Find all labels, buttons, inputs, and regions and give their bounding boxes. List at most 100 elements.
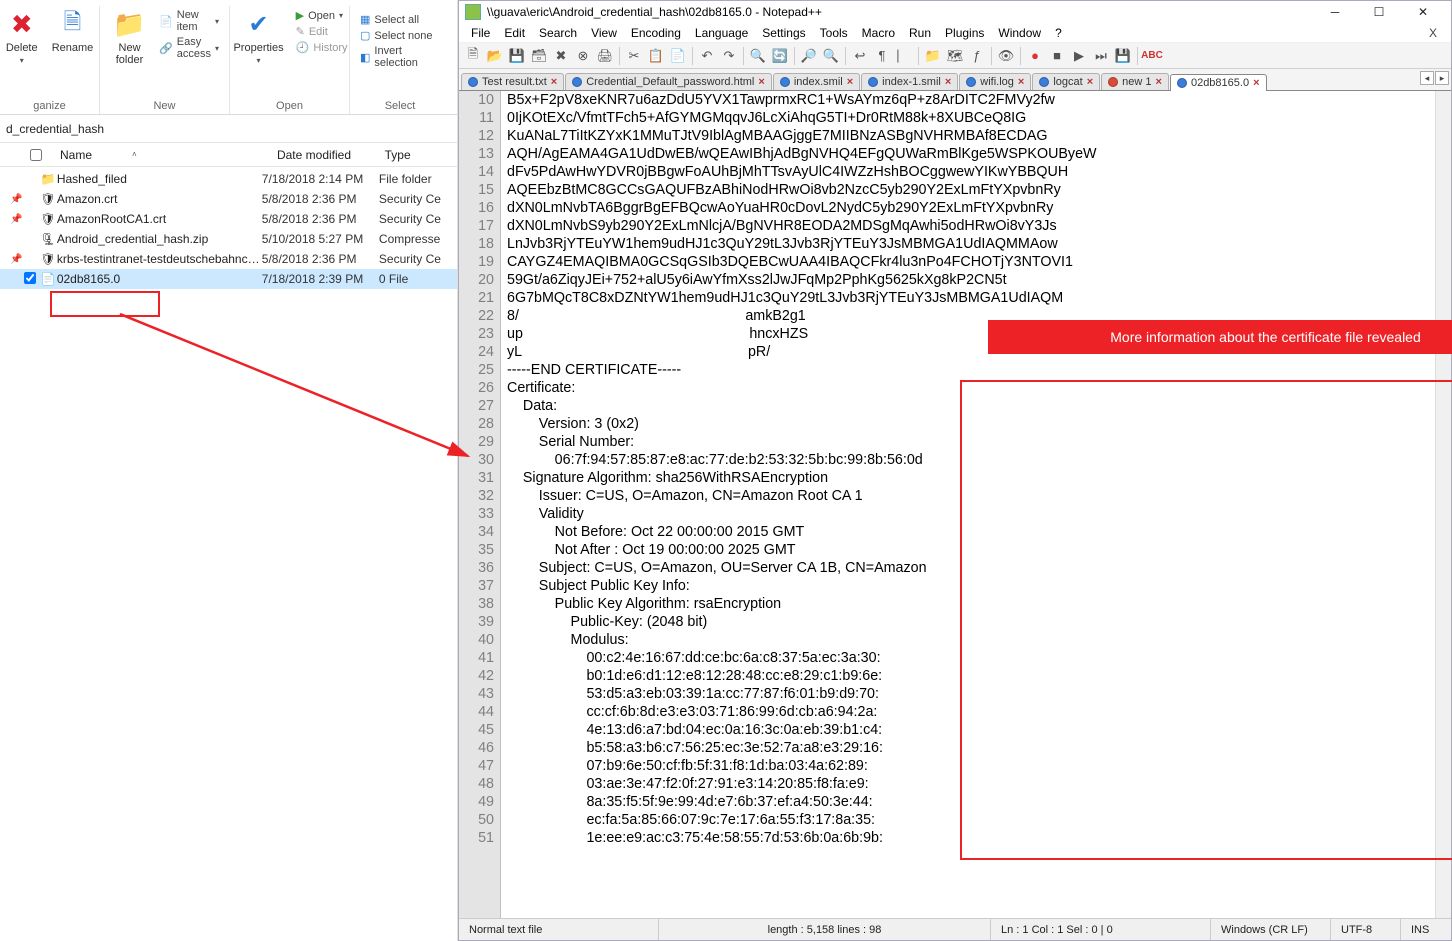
- properties-button[interactable]: ✔ Properties ▾: [229, 6, 287, 67]
- tab-test-result-txt[interactable]: Test result.txt×: [461, 73, 564, 90]
- menu-settings[interactable]: Settings: [756, 26, 811, 40]
- tab-label: wifi.log: [980, 76, 1014, 88]
- tab-close-icon[interactable]: ×: [945, 76, 951, 88]
- undo-icon[interactable]: ↶: [697, 46, 717, 66]
- copy-icon[interactable]: 📋: [646, 46, 666, 66]
- tab-status-icon: [780, 77, 790, 87]
- save-all-icon[interactable]: 🗃: [529, 46, 549, 66]
- close-button[interactable]: ✕: [1401, 1, 1445, 23]
- new-folder-button[interactable]: 📁 New folder: [108, 6, 151, 68]
- col-name[interactable]: Name: [60, 148, 92, 162]
- menu-language[interactable]: Language: [689, 26, 754, 40]
- invert-selection-button[interactable]: ◧Invert selection: [358, 44, 442, 70]
- col-type[interactable]: Type: [379, 148, 457, 162]
- menu-file[interactable]: File: [465, 26, 496, 40]
- menu-view[interactable]: View: [585, 26, 623, 40]
- wordwrap-icon[interactable]: ↩: [850, 46, 870, 66]
- menu-macro[interactable]: Macro: [856, 26, 901, 40]
- save-macro-icon[interactable]: 💾: [1113, 46, 1133, 66]
- tab-close-icon[interactable]: ×: [1018, 76, 1024, 88]
- tab-logcat[interactable]: logcat×: [1032, 73, 1100, 90]
- tab-index-1-smil[interactable]: index-1.smil×: [861, 73, 958, 90]
- tab-index-smil[interactable]: index.smil×: [773, 73, 860, 90]
- titlebar[interactable]: \\guava\eric\Android_credential_hash\02d…: [459, 1, 1451, 23]
- monitor-icon[interactable]: 👁: [996, 46, 1016, 66]
- easy-access-button[interactable]: 🔗Easy access▾: [157, 35, 221, 61]
- editor[interactable]: 1011121314151617181920212223242526272829…: [459, 91, 1451, 918]
- menu-encoding[interactable]: Encoding: [625, 26, 687, 40]
- file-row[interactable]: 📌🛡AmazonRootCA1.crt5/8/2018 2:36 PMSecur…: [0, 209, 457, 229]
- tab-close-icon[interactable]: ×: [847, 76, 853, 88]
- row-checkbox[interactable]: [24, 272, 36, 284]
- tab-status-icon: [868, 77, 878, 87]
- status-eol[interactable]: Windows (CR LF): [1211, 919, 1331, 940]
- menu-tools[interactable]: Tools: [814, 26, 854, 40]
- tab-scroll-right[interactable]: ▸: [1435, 71, 1449, 85]
- open-button[interactable]: ▶Open▾: [294, 8, 350, 23]
- tab-new-1[interactable]: new 1×: [1101, 73, 1169, 90]
- func-list-icon[interactable]: ƒ: [967, 46, 987, 66]
- menu-run[interactable]: Run: [903, 26, 937, 40]
- tab-wifi-log[interactable]: wifi.log ×: [959, 73, 1031, 90]
- maximize-button[interactable]: ☐: [1357, 1, 1401, 23]
- stop-macro-icon[interactable]: ■: [1047, 46, 1067, 66]
- status-enc[interactable]: UTF-8: [1331, 919, 1401, 940]
- file-explorer-window: ✖ Delete ▾ 🗎 Rename ganize 📁 New folder: [0, 0, 458, 941]
- minimize-button[interactable]: ─: [1313, 1, 1357, 23]
- select-none-button[interactable]: ▢Select none: [358, 28, 442, 43]
- select-all-checkbox[interactable]: [30, 149, 42, 161]
- find-icon[interactable]: 🔍: [748, 46, 768, 66]
- menu-?[interactable]: ?: [1049, 26, 1068, 40]
- close-file-icon[interactable]: ✖: [551, 46, 571, 66]
- tab-02db8165-0[interactable]: 02db8165.0×: [1170, 74, 1267, 91]
- file-row[interactable]: 📄02db8165.07/18/2018 2:39 PM0 File: [0, 269, 457, 289]
- doc-map-icon[interactable]: 🗺: [945, 46, 965, 66]
- menu-search[interactable]: Search: [533, 26, 583, 40]
- col-date[interactable]: Date modified: [271, 148, 379, 162]
- menu-plugins[interactable]: Plugins: [939, 26, 990, 40]
- breadcrumb[interactable]: d_credential_hash: [0, 115, 457, 143]
- menu-window[interactable]: Window: [992, 26, 1047, 40]
- menu-close-x[interactable]: X: [1421, 26, 1445, 40]
- open-file-icon[interactable]: 📂: [485, 46, 505, 66]
- play-multi-icon[interactable]: ⏭: [1091, 46, 1111, 66]
- column-headers[interactable]: Name˄ Date modified Type: [0, 143, 457, 167]
- group-label-organize: ganize: [33, 100, 65, 114]
- menu-edit[interactable]: Edit: [498, 26, 531, 40]
- new-item-button[interactable]: 📄New item▾: [157, 8, 221, 34]
- tab-scroll-left[interactable]: ◂: [1420, 71, 1434, 85]
- tab-close-icon[interactable]: ×: [1253, 77, 1259, 89]
- redo-icon[interactable]: ↷: [719, 46, 739, 66]
- zoom-in-icon[interactable]: 🔎: [799, 46, 819, 66]
- zoom-out-icon[interactable]: 🔍: [821, 46, 841, 66]
- tab-close-icon[interactable]: ×: [551, 76, 557, 88]
- select-all-button[interactable]: ▦Select all: [358, 12, 442, 27]
- indent-guide-icon[interactable]: ⎸: [894, 46, 914, 66]
- code-area[interactable]: B5x+F2pV8xeKNR7u6azDdU5YVX1TawprmxRC1+Ws…: [501, 91, 1451, 918]
- print-icon[interactable]: 🖨: [595, 46, 615, 66]
- tab-close-icon[interactable]: ×: [1087, 76, 1093, 88]
- cut-icon[interactable]: ✂: [624, 46, 644, 66]
- tab-credential-default-password-html[interactable]: Credential_Default_password.html×: [565, 73, 772, 90]
- new-file-icon[interactable]: 🗎: [463, 46, 483, 66]
- tab-close-icon[interactable]: ×: [758, 76, 764, 88]
- save-icon[interactable]: 💾: [507, 46, 527, 66]
- spellcheck-icon[interactable]: ABC: [1142, 46, 1162, 66]
- rename-button[interactable]: 🗎 Rename: [48, 6, 98, 56]
- tab-close-icon[interactable]: ×: [1156, 76, 1162, 88]
- scrollbar[interactable]: [1435, 91, 1451, 918]
- file-date: 5/10/2018 5:27 PM: [262, 232, 379, 246]
- replace-icon[interactable]: 🔄: [770, 46, 790, 66]
- delete-button[interactable]: ✖ Delete ▾: [2, 6, 42, 67]
- file-row[interactable]: 🗜Android_credential_hash.zip5/10/2018 5:…: [0, 229, 457, 249]
- paste-icon[interactable]: 📄: [668, 46, 688, 66]
- record-macro-icon[interactable]: ●: [1025, 46, 1045, 66]
- show-all-chars-icon[interactable]: ¶: [872, 46, 892, 66]
- folder-view-icon[interactable]: 📁: [923, 46, 943, 66]
- status-ins[interactable]: INS: [1401, 919, 1451, 940]
- file-row[interactable]: 📌🛡Amazon.crt5/8/2018 2:36 PMSecurity Ce: [0, 189, 457, 209]
- play-macro-icon[interactable]: ▶: [1069, 46, 1089, 66]
- file-row[interactable]: 📁Hashed_filed7/18/2018 2:14 PMFile folde…: [0, 169, 457, 189]
- close-all-icon[interactable]: ⊗: [573, 46, 593, 66]
- file-row[interactable]: 📌🛡krbs-testintranet-testdeutschebahnco…5…: [0, 249, 457, 269]
